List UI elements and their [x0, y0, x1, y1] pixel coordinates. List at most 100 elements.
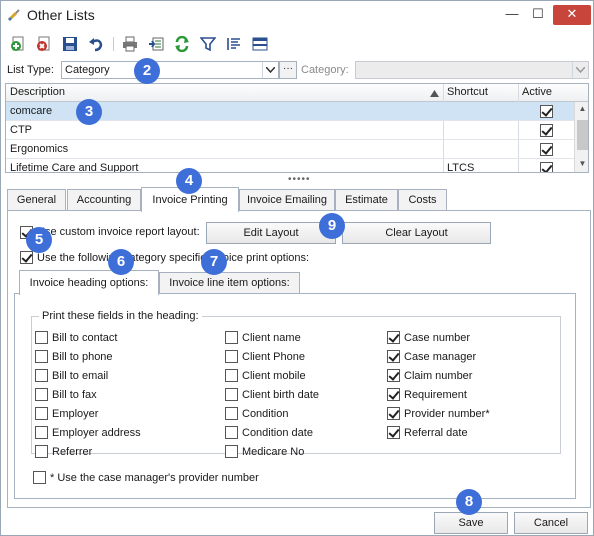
employer-address-checkbox[interactable]	[35, 426, 48, 439]
bill-to-phone-label: Bill to phone	[52, 351, 113, 363]
subtab-strip: Invoice heading options: Invoice line it…	[19, 270, 319, 295]
column-header-shortcut[interactable]: Shortcut	[447, 86, 488, 98]
print-icon[interactable]	[119, 34, 141, 54]
row-active-checkbox[interactable]	[540, 162, 553, 172]
case-number-checkbox[interactable]	[387, 331, 400, 344]
case-manager-checkbox[interactable]	[387, 350, 400, 363]
callout-badge: 9	[319, 213, 345, 239]
client-name-checkbox[interactable]	[225, 331, 238, 344]
cancel-button[interactable]: Cancel	[514, 512, 588, 534]
category-specific-checkbox[interactable]	[20, 251, 33, 264]
row-description: Lifetime Care and Support	[10, 162, 139, 173]
tab-estimate[interactable]: Estimate	[335, 189, 398, 211]
row-shortcut: LTCS	[447, 162, 475, 173]
save-icon[interactable]	[59, 34, 81, 54]
referrer-checkbox[interactable]	[35, 445, 48, 458]
minimize-button[interactable]: —	[499, 5, 525, 25]
layout-icon[interactable]	[249, 34, 271, 54]
scrollbar-thumb[interactable]	[577, 120, 588, 150]
column-header-description[interactable]: Description	[10, 86, 65, 98]
requirement-checkbox[interactable]	[387, 388, 400, 401]
case-number-label: Case number	[404, 332, 471, 344]
case-manager-provider-number-label: * Use the case manager's provider number	[50, 472, 259, 484]
client-birth-date-checkbox[interactable]	[225, 388, 238, 401]
tab-invoice-emailing[interactable]: Invoice Emailing	[239, 189, 335, 211]
tab-costs[interactable]: Costs	[398, 189, 447, 211]
wrench-pencil-icon	[7, 8, 21, 22]
bill-to-email-label: Bill to email	[52, 370, 109, 382]
tab-accounting[interactable]: Accounting	[67, 189, 141, 211]
splitter-handle[interactable]: •••••	[288, 174, 311, 185]
bill-to-email-checkbox[interactable]	[35, 369, 48, 382]
grid-scrollbar[interactable]: ▲ ▼	[574, 102, 588, 172]
window-title: Other Lists	[27, 7, 95, 23]
claim-number-checkbox[interactable]	[387, 369, 400, 382]
list-type-select[interactable]: Category	[61, 61, 279, 79]
edit-layout-button[interactable]: Edit Layout	[206, 222, 336, 244]
callout-badge: 2	[134, 58, 160, 84]
provider-number-label: Provider number*	[404, 408, 490, 420]
tab-invoice-line-item-options[interactable]: Invoice line item options:	[159, 272, 300, 294]
tab-invoice-heading-options[interactable]: Invoice heading options:	[19, 270, 159, 295]
case-manager-provider-number-checkbox[interactable]	[33, 471, 46, 484]
close-button[interactable]: ✕	[553, 5, 591, 25]
other-lists-window: Other Lists — ☐ ✕ List Type: Category ··…	[0, 0, 594, 536]
save-button[interactable]: Save	[434, 512, 508, 534]
table-row[interactable]: Lifetime Care and Support LTCS	[6, 159, 574, 173]
row-active-checkbox[interactable]	[540, 105, 553, 118]
chevron-down-icon[interactable]: ▼	[577, 159, 588, 171]
category-specific-label: Use the following category specific invo…	[37, 252, 310, 264]
row-description: comcare	[10, 105, 53, 117]
list-type-value: Category	[65, 64, 110, 76]
undo-icon[interactable]	[85, 34, 107, 54]
chevron-down-icon[interactable]	[262, 62, 278, 78]
row-active-checkbox[interactable]	[540, 124, 553, 137]
bill-to-contact-checkbox[interactable]	[35, 331, 48, 344]
add-icon[interactable]	[7, 34, 29, 54]
employer-checkbox[interactable]	[35, 407, 48, 420]
chevron-up-icon[interactable]: ▲	[577, 104, 588, 116]
client-mobile-checkbox[interactable]	[225, 369, 238, 382]
client-name-label: Client name	[242, 332, 301, 344]
title-bar: Other Lists — ☐ ✕	[1, 1, 593, 29]
provider-number-checkbox[interactable]	[387, 407, 400, 420]
row-active-checkbox[interactable]	[540, 143, 553, 156]
tab-general[interactable]: General	[7, 189, 66, 211]
category-label: Category:	[301, 64, 349, 76]
chevron-down-icon[interactable]	[572, 62, 588, 78]
heading-fields-legend: Print these fields in the heading:	[39, 310, 202, 322]
clear-layout-button[interactable]: Clear Layout	[342, 222, 491, 244]
client-birth-date-label: Client birth date	[242, 389, 320, 401]
toolbar	[1, 31, 593, 57]
row-description: CTP	[10, 124, 32, 136]
client-mobile-label: Client mobile	[242, 370, 306, 382]
medicare-no-label: Medicare No	[242, 446, 305, 458]
callout-badge: 3	[76, 99, 102, 125]
filter-icon[interactable]	[197, 34, 219, 54]
browse-button[interactable]: ···	[279, 61, 297, 79]
client-phone-checkbox[interactable]	[225, 350, 238, 363]
sort-icon[interactable]	[223, 34, 245, 54]
bill-to-phone-checkbox[interactable]	[35, 350, 48, 363]
category-select[interactable]	[355, 61, 589, 79]
refresh-icon[interactable]	[171, 34, 193, 54]
referrer-label: Referrer	[52, 446, 93, 458]
referral-date-checkbox[interactable]	[387, 426, 400, 439]
bill-to-fax-checkbox[interactable]	[35, 388, 48, 401]
claim-number-label: Claim number	[404, 370, 473, 382]
callout-badge: 8	[456, 489, 482, 515]
table-row[interactable]: Ergonomics	[6, 140, 574, 159]
condition-date-checkbox[interactable]	[225, 426, 238, 439]
callout-badge: 4	[176, 168, 202, 194]
delete-icon[interactable]	[33, 34, 55, 54]
bill-to-fax-label: Bill to fax	[52, 389, 97, 401]
list-grid: Description Shortcut Active comcare CTP …	[5, 83, 589, 173]
export-icon[interactable]	[145, 34, 167, 54]
column-header-active[interactable]: Active	[522, 86, 552, 98]
condition-checkbox[interactable]	[225, 407, 238, 420]
requirement-label: Requirement	[404, 389, 467, 401]
sort-ascending-icon	[430, 88, 439, 100]
medicare-no-checkbox[interactable]	[225, 445, 238, 458]
maximize-button[interactable]: ☐	[525, 5, 551, 25]
condition-label: Condition	[242, 408, 289, 420]
